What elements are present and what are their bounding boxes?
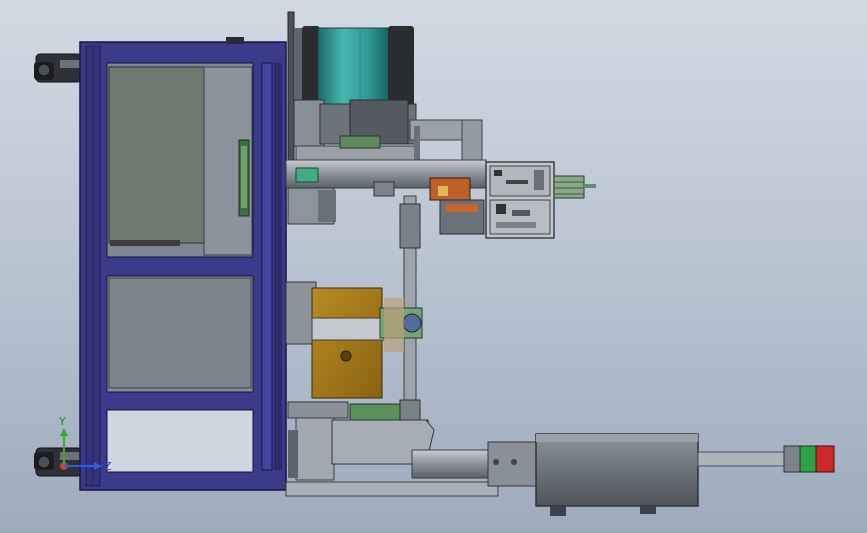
y-axis-label: Y bbox=[58, 415, 66, 428]
signal-tower bbox=[697, 445, 835, 473]
caster-bottom bbox=[34, 447, 83, 477]
cad-viewport[interactable]: Y Z bbox=[0, 0, 867, 533]
y-axis-arrow bbox=[60, 428, 68, 436]
lower-feeder bbox=[285, 401, 499, 497]
reel-support bbox=[293, 99, 417, 161]
press-unit bbox=[285, 281, 423, 399]
lower-drive-rod bbox=[411, 441, 539, 487]
caster-top bbox=[34, 53, 83, 83]
output-rail bbox=[553, 175, 596, 199]
z-axis-label: Z bbox=[104, 460, 112, 473]
machine-assembly-drawing: Y Z bbox=[34, 11, 835, 516]
upper-feed-arm bbox=[409, 119, 483, 167]
upper-side-block bbox=[287, 187, 336, 225]
cutter-block bbox=[439, 199, 485, 235]
drive-motor bbox=[535, 433, 699, 516]
controller-module bbox=[485, 161, 555, 239]
control-cabinet-panel bbox=[108, 66, 253, 256]
lower-cabinet-panel bbox=[108, 277, 252, 389]
